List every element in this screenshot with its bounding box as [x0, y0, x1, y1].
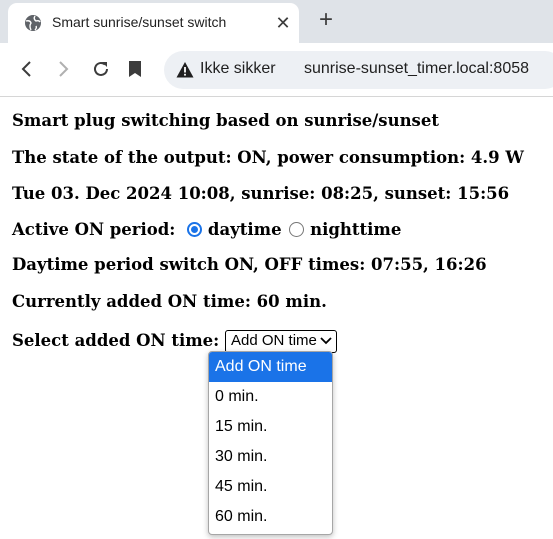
address-bar[interactable]: Ikke sikker sunrise-sunset_timer.local:8…	[164, 51, 553, 89]
back-icon[interactable]	[16, 58, 38, 80]
tab-strip: Smart sunrise/sunset switch ✕ +	[0, 0, 553, 43]
bookmark-icon[interactable]	[124, 58, 146, 80]
dropdown-option[interactable]: 30 min.	[209, 442, 332, 472]
new-tab-icon[interactable]: +	[313, 8, 339, 34]
browser-toolbar: Ikke sikker sunrise-sunset_timer.local:8…	[0, 43, 553, 97]
forward-icon[interactable]	[52, 58, 74, 80]
select-row: Select added ON time: Add ON time	[12, 330, 337, 353]
chevron-down-icon	[320, 337, 332, 345]
added-on-time-text: Currently added ON time: 60 min.	[12, 292, 327, 311]
switch-times-text: Daytime period switch ON, OFF times: 07:…	[12, 255, 487, 274]
date-sun-times-text: Tue 03. Dec 2024 10:08, sunrise: 08:25, …	[12, 184, 510, 203]
dropdown-option[interactable]: 0 min.	[209, 382, 332, 412]
select-label: Select added ON time:	[12, 331, 220, 350]
warning-icon[interactable]	[176, 61, 194, 79]
output-state-text: The state of the output: ON, power consu…	[12, 148, 524, 167]
browser-tab[interactable]: Smart sunrise/sunset switch ✕	[8, 3, 299, 43]
daytime-radio[interactable]	[187, 222, 203, 237]
added-on-time-select[interactable]: Add ON time	[225, 330, 337, 353]
nighttime-option-label[interactable]: nighttime	[310, 220, 401, 239]
added-on-time-dropdown: Add ON time 0 min. 15 min. 30 min. 45 mi…	[208, 351, 333, 535]
security-label[interactable]: Ikke sikker	[200, 60, 276, 78]
select-value: Add ON time	[231, 332, 317, 349]
nighttime-radio[interactable]	[289, 222, 305, 237]
page-heading: Smart plug switching based on sunrise/su…	[12, 111, 439, 130]
tab-close-icon[interactable]: ✕	[272, 12, 294, 34]
dropdown-option[interactable]: 60 min.	[209, 502, 332, 532]
active-period-row: Active ON period: daytime nighttime	[12, 220, 401, 241]
reload-icon[interactable]	[90, 58, 112, 80]
dropdown-option[interactable]: Add ON time	[209, 352, 332, 382]
daytime-option-label[interactable]: daytime	[208, 220, 282, 239]
globe-icon	[25, 15, 41, 31]
tab-title: Smart sunrise/sunset switch	[52, 14, 227, 30]
url-text[interactable]: sunrise-sunset_timer.local:8058	[304, 60, 529, 78]
dropdown-option[interactable]: 15 min.	[209, 412, 332, 442]
dropdown-option[interactable]: 45 min.	[209, 472, 332, 502]
active-period-label: Active ON period:	[12, 220, 176, 239]
